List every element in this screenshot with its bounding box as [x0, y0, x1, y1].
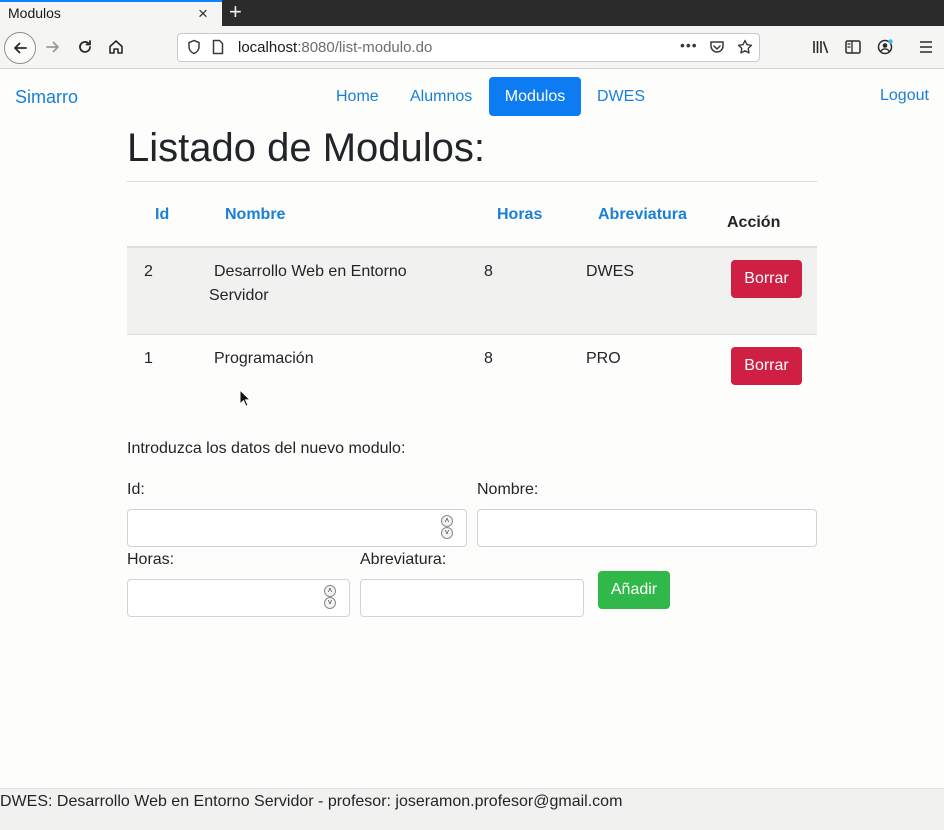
- chevron-up-icon[interactable]: ˄: [324, 585, 336, 597]
- add-button[interactable]: Añadir: [598, 571, 670, 609]
- row-divider: [127, 334, 817, 335]
- back-arrow-icon[interactable]: [4, 32, 36, 64]
- reload-icon[interactable]: [70, 32, 100, 62]
- cell-id: 2: [144, 263, 153, 280]
- horas-label: Horas:: [127, 551, 175, 568]
- nav-modulos[interactable]: Modulos: [489, 77, 581, 116]
- header-accion: Acción: [727, 214, 781, 231]
- account-icon[interactable]: [870, 32, 900, 62]
- header-horas[interactable]: Horas: [497, 206, 542, 224]
- url-text: localhost:8080/list-modulo.do: [238, 39, 432, 56]
- chevron-down-icon[interactable]: ˅: [324, 597, 336, 609]
- header-id[interactable]: Id: [155, 206, 169, 224]
- chevron-up-icon[interactable]: ˄: [441, 515, 453, 527]
- delete-button[interactable]: Borrar: [731, 347, 802, 385]
- form-intro: Introduzca los datos del nuevo modulo:: [127, 440, 406, 457]
- horas-input[interactable]: [127, 579, 350, 617]
- header-abreviatura[interactable]: Abreviatura: [598, 206, 687, 224]
- brand-link[interactable]: Simarro: [15, 87, 78, 108]
- browser-tab-strip: Modulos × +: [0, 0, 944, 26]
- nombre-input[interactable]: [477, 509, 817, 547]
- cell-abreviatura: DWES: [586, 263, 634, 280]
- home-icon[interactable]: [101, 32, 131, 62]
- tab-title: Modulos: [8, 5, 61, 21]
- url-host: localhost: [238, 39, 298, 56]
- cell-horas: 8: [484, 263, 493, 280]
- browser-toolbar: localhost:8080/list-modulo.do •••: [0, 26, 944, 69]
- id-label: Id:: [127, 481, 145, 498]
- nav-alumnos[interactable]: Alumnos: [394, 77, 488, 116]
- cell-horas: 8: [484, 350, 493, 367]
- page-info-icon[interactable]: [211, 39, 225, 60]
- footer-text: DWES: Desarrollo Web en Entorno Servidor…: [0, 793, 623, 810]
- logout-link[interactable]: Logout: [880, 87, 929, 105]
- site-navbar: Simarro Home Alumnos Modulos DWES Logout: [0, 76, 944, 118]
- abreviatura-label: Abreviatura:: [360, 551, 447, 568]
- browser-tab[interactable]: Modulos ×: [0, 0, 222, 26]
- abreviatura-input[interactable]: [360, 579, 584, 617]
- footer: DWES: Desarrollo Web en Entorno Servidor…: [0, 788, 944, 830]
- bookmark-star-icon[interactable]: [737, 39, 753, 60]
- horas-spinner[interactable]: ˄ ˅: [324, 585, 336, 609]
- close-tab-icon[interactable]: ×: [198, 4, 208, 24]
- pocket-icon[interactable]: [709, 39, 725, 60]
- sidebar-icon[interactable]: [838, 32, 868, 62]
- id-input[interactable]: [127, 509, 467, 547]
- nav-home[interactable]: Home: [320, 77, 395, 116]
- page-title: Listado de Modulos:: [127, 126, 486, 170]
- nombre-label: Nombre:: [477, 481, 539, 498]
- page-actions-icon[interactable]: •••: [680, 37, 698, 53]
- cell-nombre: Programación: [214, 350, 314, 367]
- url-path: :8080/list-modulo.do: [297, 39, 433, 56]
- nav-dwes[interactable]: DWES: [581, 77, 661, 116]
- forward-arrow-icon[interactable]: [38, 32, 68, 62]
- new-tab-icon[interactable]: +: [229, 0, 242, 24]
- header-nombre[interactable]: Nombre: [225, 206, 285, 224]
- cell-nombre-continued: Servidor: [209, 287, 269, 304]
- chevron-down-icon[interactable]: ˅: [441, 527, 453, 539]
- mouse-cursor-icon: [239, 389, 251, 407]
- shield-icon[interactable]: [187, 39, 201, 60]
- cell-abreviatura: PRO: [586, 350, 621, 367]
- library-icon[interactable]: [806, 32, 836, 62]
- cell-nombre: Desarrollo Web en Entorno: [214, 263, 407, 280]
- title-divider: [127, 181, 817, 182]
- id-spinner[interactable]: ˄ ˅: [441, 515, 453, 539]
- cell-id: 1: [144, 350, 153, 367]
- url-bar[interactable]: localhost:8080/list-modulo.do •••: [177, 33, 760, 62]
- delete-button[interactable]: Borrar: [731, 260, 802, 298]
- menu-icon[interactable]: [911, 32, 941, 62]
